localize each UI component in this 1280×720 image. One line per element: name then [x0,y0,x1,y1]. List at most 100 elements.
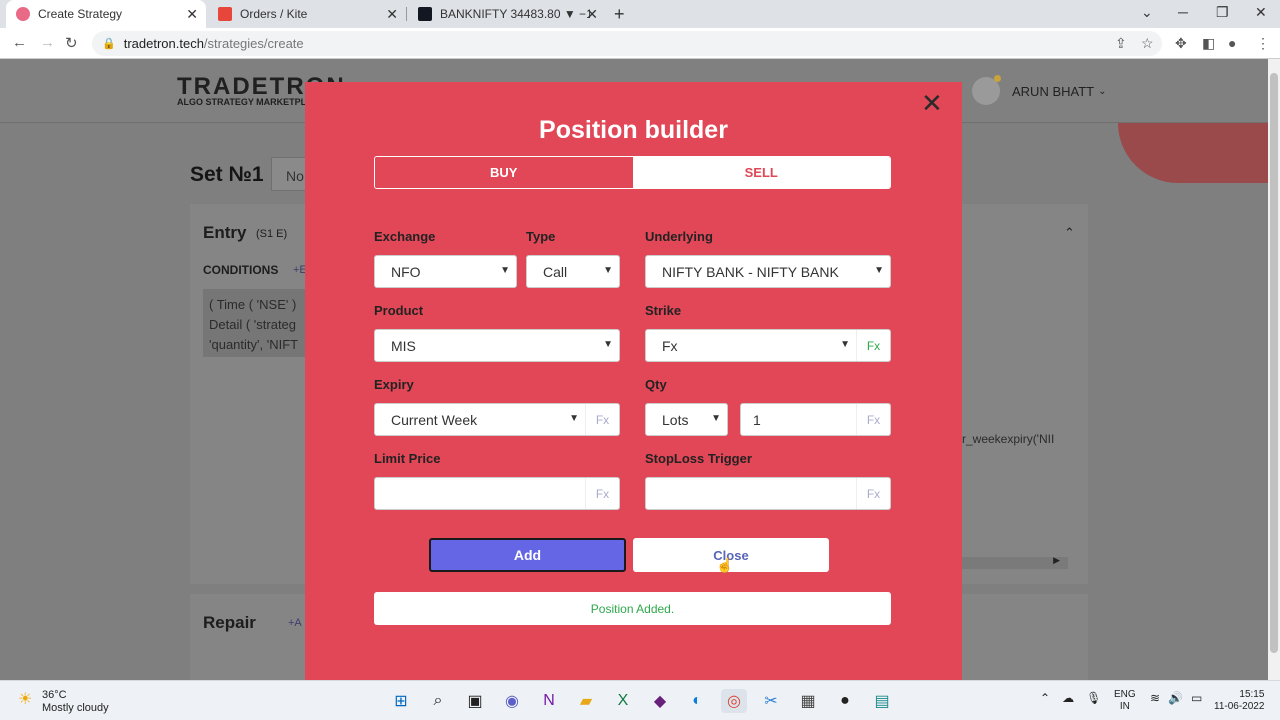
tab-orders-kite[interactable]: Orders / Kite ✕ [208,0,406,28]
windows-start-icon[interactable]: ⊞ [388,689,414,713]
page-scrollbar[interactable] [1268,59,1280,680]
chevron-down-icon: ▼ [603,265,613,276]
stoploss-input[interactable]: Fx [645,477,891,510]
notepad-icon[interactable]: ▤ [869,689,895,713]
share-icon[interactable]: ⇪ [1115,35,1127,52]
hand-cursor-icon: ☝ [716,557,734,573]
search-icon[interactable]: ⌕ [425,689,451,713]
qty-input[interactable]: 1 Fx [740,403,891,436]
limit-price-input[interactable]: Fx [374,477,620,510]
qty-unit-value: Lots [662,411,689,428]
edge-icon[interactable]: ◐ [684,689,710,713]
underlying-value: NIFTY BANK - NIFTY BANK [662,263,839,280]
close-tab-icon[interactable]: ✕ [386,6,398,23]
exchange-label: Exchange [374,229,436,244]
exchange-select[interactable]: NFO ▼ [374,255,517,288]
new-tab-icon[interactable]: + [614,4,625,25]
add-repair-link[interactable]: +A [288,617,302,629]
scroll-right-arrow-icon[interactable]: ▶ [1053,555,1060,566]
product-select[interactable]: MIS ▼ [374,329,620,362]
side-panel-icon[interactable]: ◧ [1202,35,1215,52]
limit-price-label: Limit Price [374,451,441,466]
calculator-icon[interactable]: ▦ [795,689,821,713]
repair-title: Repair [203,613,256,632]
user-menu[interactable]: ARUN BHATT ⌄ [972,75,1107,105]
logo-tagline: ALGO STRATEGY MARKETPL [177,97,307,107]
language-indicator[interactable]: ENG IN [1114,689,1136,713]
product-value: MIS [391,337,416,354]
reload-icon[interactable]: ↻ [65,34,78,52]
task-view-icon[interactable]: ▣ [462,689,488,713]
code-line: ( Time ( 'NSE' ) [209,297,297,312]
minimize-icon[interactable]: ─ [1178,4,1188,20]
onenote-icon[interactable]: N [536,689,562,713]
tab-search-chevron-icon[interactable]: ⌄ [1141,4,1153,21]
back-icon[interactable]: ← [12,34,27,51]
expiry-fx-button[interactable]: Fx [585,404,619,435]
strike-select[interactable]: Fx ▼ Fx [645,329,891,362]
modal-title: Position builder [539,116,728,144]
chrome-icon[interactable]: ◎ [721,689,747,713]
date: 11-06-2022 [1214,701,1265,712]
clock[interactable]: 15:15 11-06-2022 [1214,689,1264,713]
type-select[interactable]: Call ▼ [526,255,620,288]
underlying-select[interactable]: NIFTY BANK - NIFTY BANK ▼ [645,255,891,288]
qty-fx-button[interactable]: Fx [856,404,890,435]
partly-cloudy-icon: ☀ [18,691,33,708]
sell-button[interactable]: SELL [632,157,890,188]
excel-icon[interactable]: X [610,689,636,713]
entry-title: Entry [203,223,247,242]
buy-button[interactable]: BUY [375,157,633,188]
chevron-down-icon: ▼ [500,265,510,276]
expiry-label: Expiry [374,377,414,392]
chevron-up-icon[interactable]: ⌃ [1064,225,1075,241]
decorative-shape [1118,123,1278,183]
conditions-label: CONDITIONS [203,263,279,277]
close-tab-icon[interactable]: ✕ [586,6,598,23]
limit-fx-button[interactable]: Fx [585,478,619,509]
menu-dots-icon[interactable]: ⋮ [1256,35,1270,52]
tab-title: BANKNIFTY 34483.80 ▼ −1.71% [440,7,590,21]
strike-fx-button[interactable]: Fx [856,330,890,361]
chevron-up-icon[interactable]: ⌃ [1040,691,1050,705]
modal-close-icon[interactable]: ✕ [921,90,943,116]
chevron-down-icon: ▼ [711,413,721,424]
wifi-icon[interactable]: ≋ [1150,691,1160,705]
microphone-icon[interactable]: 🎙 [1086,691,1101,705]
forward-icon[interactable]: → [40,34,55,51]
scrollbar-thumb[interactable] [1270,73,1278,653]
system-tray: ⌃ ☁ 🎙 [1040,691,1101,705]
battery-icon[interactable]: ▭ [1191,691,1202,705]
chevron-down-icon: ▼ [840,339,850,350]
restore-icon[interactable]: ❐ [1216,4,1229,21]
extensions-icon[interactable]: ✥ [1175,35,1187,52]
tab-create-strategy[interactable]: Create Strategy ✕ [6,0,206,28]
tab-banknifty[interactable]: BANKNIFTY 34483.80 ▼ −1.71% ✕ [408,0,606,28]
tab-title: Orders / Kite [240,7,308,21]
bookmark-star-icon[interactable]: ☆ [1141,35,1154,52]
add-button[interactable]: Add [429,538,626,572]
weather-widget[interactable]: ☀ 36°C Mostly cloudy [18,689,109,715]
expiry-select[interactable]: Current Week ▼ Fx [374,403,620,436]
qty-label: Qty [645,377,667,392]
visual-studio-icon[interactable]: ◆ [647,689,673,713]
horizontal-scrollbar[interactable]: ▶ [958,555,1068,569]
window-close-icon[interactable]: ✕ [1255,4,1267,21]
close-tab-icon[interactable]: ✕ [186,6,198,23]
condition-code-box[interactable]: ( Time ( 'NSE' ) Detail ( 'strateg 'quan… [203,289,313,357]
taskbar-apps: ⊞ ⌕ ▣ ◉ N ▰ X ◆ ◐ ◎ ✂ ▦ ● ▤ [388,689,895,713]
file-explorer-icon[interactable]: ▰ [573,689,599,713]
kite-favicon-icon [218,7,232,21]
user-name: ARUN BHATT [1012,83,1095,99]
onedrive-icon[interactable]: ☁ [1062,691,1074,705]
url-field[interactable]: 🔒 tradetron.tech/strategies/create [92,31,1162,56]
qty-unit-select[interactable]: Lots ▼ [645,403,728,436]
chat-icon[interactable]: ◉ [499,689,525,713]
expiry-value: Current Week [391,411,478,428]
snipping-tool-icon[interactable]: ✂ [758,689,784,713]
stoploss-fx-button[interactable]: Fx [856,478,890,509]
success-message: Position Added. [374,592,891,625]
obs-icon[interactable]: ● [832,689,858,713]
volume-icon[interactable]: 🔊 [1168,691,1183,705]
profile-icon[interactable]: ● [1228,35,1236,51]
